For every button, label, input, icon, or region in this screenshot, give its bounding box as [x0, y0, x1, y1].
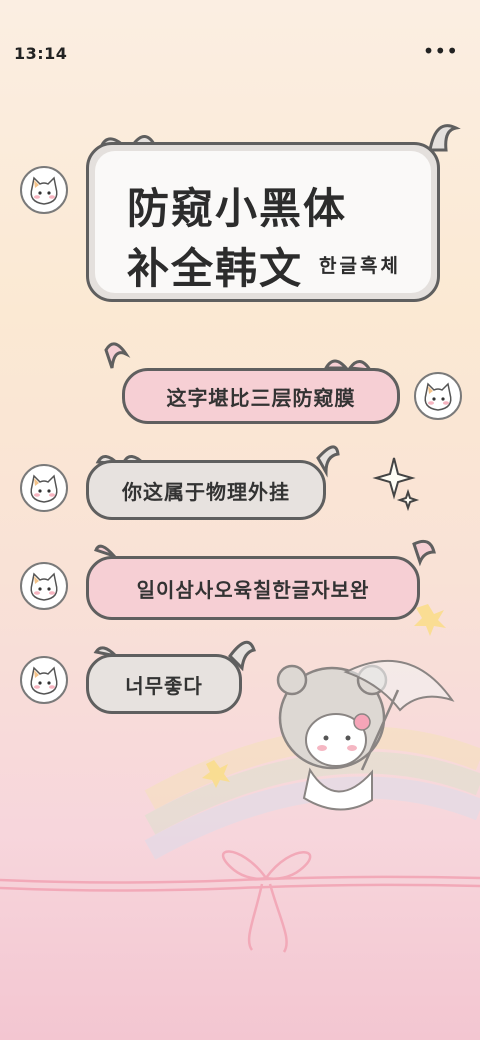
chat-bubble-text: 这字堪比三层防窥膜 — [166, 385, 356, 410]
chat-bubble-text: 너무좋다 — [125, 673, 203, 698]
chat-bubble-right[interactable]: 这字堪比三层防窥膜 — [122, 368, 400, 424]
title-line-2: 补全韩文 — [127, 244, 304, 293]
chat-bubble-text: 你这属于物理外挂 — [122, 479, 290, 504]
chat-bubble-left[interactable]: 일이삼사오육칠한글자보완 — [86, 556, 420, 620]
chat-bubble-left[interactable]: 너무좋다 — [86, 654, 242, 714]
title-line-korean: 한글흑체 — [319, 255, 401, 277]
title-line-1: 防窥小黑体 — [127, 184, 348, 233]
chat-bubble-left[interactable]: 你这属于物理外挂 — [86, 460, 326, 520]
chat-bubble-text: 일이삼사오육칠한글자보완 — [136, 577, 370, 602]
title-card-bubble[interactable]: 防窥小黑体 补全韩文 한글흑체 — [86, 142, 440, 302]
ribbon-bow-icon — [0, 850, 480, 953]
title-card-inner: 防窥小黑体 补全韩文 한글흑체 — [95, 151, 431, 293]
